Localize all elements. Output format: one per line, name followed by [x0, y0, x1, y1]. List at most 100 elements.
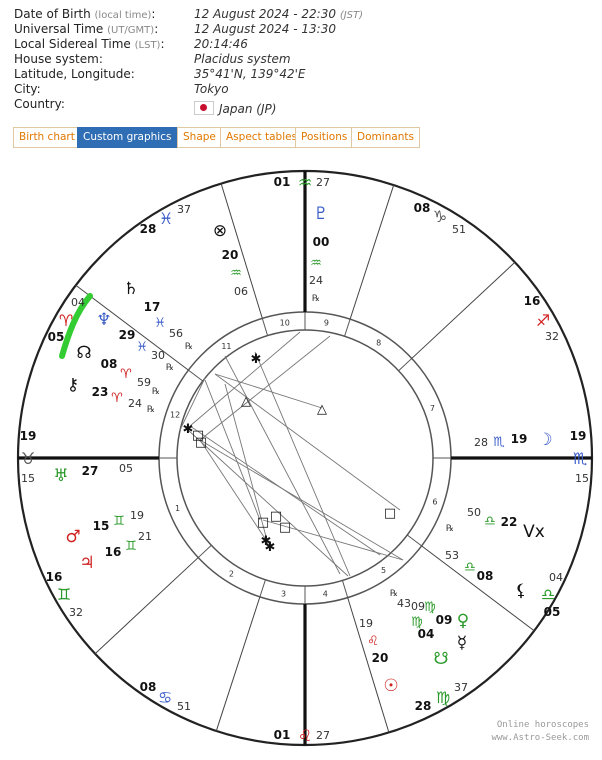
value-date-of-birth: 12 August 2024 - 22:30 — [194, 7, 336, 21]
north-node-sign-icon: ♈ — [120, 367, 132, 382]
aspect-line — [187, 429, 349, 577]
aspect-line — [262, 519, 404, 561]
cusp-line-3 — [215, 596, 261, 732]
moon-sign-icon: ♏ — [493, 435, 505, 450]
aspect-symbol: ✱ — [183, 422, 194, 437]
pluto-icon: ♇ — [313, 204, 328, 224]
sun-sign-icon: ♌ — [367, 634, 379, 649]
part-of-fortune-degree: 20 — [222, 248, 239, 262]
vertex-icon: Vx — [523, 522, 545, 542]
aspect-symbol: △ — [317, 402, 327, 417]
label-country: Country — [14, 97, 61, 111]
cusp-labels: 01 27♒0851♑1632♐1915♏0504♎2837♍01 27♌0851♋… — [20, 173, 589, 745]
aspect-symbol: ✱ — [261, 534, 272, 549]
watermark: Online horoscopes www.Astro-Seek.com — [491, 719, 589, 745]
value-country: Japan (JP) — [219, 102, 277, 116]
cusp-line-2 — [94, 557, 199, 655]
jupiter-sign-icon: ♊ — [125, 539, 137, 554]
house-number-10: 10 — [280, 319, 290, 328]
cusp-minute: 27 — [316, 729, 330, 742]
label-date-of-birth: Date of Birth — [14, 7, 91, 21]
house-number-11: 11 — [221, 342, 231, 351]
neptune-sign-icon: ♓ — [136, 340, 148, 355]
inner-ring-outer-edge — [158, 311, 452, 605]
cusp-line-11 — [220, 183, 263, 319]
tab-aspect-tables[interactable]: Aspect tables — [220, 127, 304, 148]
tab-birth-chart[interactable]: Birth chart — [13, 127, 81, 148]
house-number-1: 1 — [175, 504, 180, 513]
aspect-symbol: □ — [192, 428, 204, 443]
neptune-degree: 29 — [119, 328, 136, 342]
cusp-sign-icon: ♑ — [433, 207, 447, 226]
cusp-minute: 51 — [452, 223, 466, 236]
mercury-sign-icon: ♍ — [411, 615, 423, 630]
cusp-minute: 27 — [316, 176, 330, 189]
cusp-sign-icon: ♌ — [298, 726, 312, 745]
cusp-degree: 28 — [140, 222, 157, 236]
uranus-minute: 05 — [119, 462, 133, 475]
tab-dominants[interactable]: Dominants — [351, 127, 420, 148]
cusp-minute: 04 — [549, 571, 563, 584]
saturn-degree: 17 — [144, 300, 161, 314]
cusp-degree: 01 — [274, 175, 291, 189]
saturn-minute: 56 — [169, 327, 183, 340]
uranus-icon: ♅ — [53, 466, 68, 486]
cusp-minute: 32 — [545, 330, 559, 343]
value-universal-time: 12 August 2024 - 13:30 — [194, 22, 336, 36]
house-number-6: 6 — [432, 497, 437, 506]
note-local-time: (local time) — [94, 10, 152, 21]
moon-icon: ☽ — [537, 430, 552, 450]
mercury-icon: ☿ — [457, 633, 467, 653]
note-utc: (UT/GMT) — [107, 25, 155, 36]
value-house-system: Placidus system — [194, 52, 291, 66]
pluto-minute: 24 — [309, 274, 323, 287]
aspect-line — [224, 383, 269, 545]
house-number-3: 3 — [281, 589, 286, 598]
vertex-minute: 50 — [467, 506, 481, 519]
north-node-icon: ☊ — [76, 343, 91, 363]
outer-ring — [16, 169, 594, 747]
cusp-tick-6 — [406, 534, 422, 547]
jupiter-degree: 16 — [105, 545, 122, 559]
venus-minute: 43 — [397, 597, 411, 610]
aspect-symbol: □ — [270, 509, 282, 524]
north-node-minute: 59 — [137, 376, 151, 389]
aspect-symbol: □ — [384, 506, 396, 521]
mars-degree: 15 — [93, 519, 110, 533]
house-number-12: 12 — [170, 411, 180, 420]
cusp-degree: 16 — [524, 294, 541, 308]
cusp-degree: 19 — [570, 429, 587, 443]
aspect-lines: ✱△△✱□□□□ □□✱✱ — [179, 331, 404, 577]
neptune-minute: 30 — [151, 349, 165, 362]
aspect-line — [199, 335, 331, 441]
planet-labels: ♇00♒24℞⊗20♒06♄17♓56℞♆29♓30℞☊08♈59℞⚷ 23 ♈ 24… — [53, 204, 552, 696]
cusp-degree: 08 — [414, 201, 431, 215]
tab-custom-graphics[interactable]: Custom graphics — [77, 127, 178, 148]
cusp-degree: 16 — [46, 570, 63, 584]
house-cusp-lines — [18, 171, 592, 745]
lilith-minute: 53 — [445, 549, 459, 562]
mercury-minute: 09 — [411, 600, 425, 613]
aspect-circle — [176, 329, 434, 587]
aspect-symbol: ✱ — [265, 540, 276, 555]
tab-positions[interactable]: Positions — [295, 127, 354, 148]
lilith-icon: ⚸ — [515, 581, 527, 601]
north-node-degree: 08 — [101, 357, 118, 371]
label-house-system: House system — [14, 52, 99, 66]
mercury-degree: 04 — [418, 627, 435, 641]
cusp-sign-icon: ♎ — [541, 585, 555, 604]
tab-separator: - — [168, 129, 172, 142]
watermark-line-2: www.Astro-Seek.com — [491, 733, 589, 743]
chiron-minute: 24 — [128, 397, 142, 410]
house-number-9: 9 — [324, 319, 329, 328]
tab-shape[interactable]: Shape — [177, 127, 222, 148]
cusp-degree: 05 — [544, 605, 561, 619]
north-node-retrograde-icon: ℞ — [152, 387, 160, 397]
chiron-retrograde-icon: ℞ — [147, 405, 155, 415]
house-number-8: 8 — [376, 338, 381, 347]
aspect-line — [214, 373, 401, 511]
house-number-7: 7 — [430, 404, 435, 413]
mercury-retrograde-icon: ℞ — [390, 589, 398, 599]
saturn-sign-icon: ♓ — [154, 316, 166, 331]
aspect-line — [254, 351, 351, 577]
